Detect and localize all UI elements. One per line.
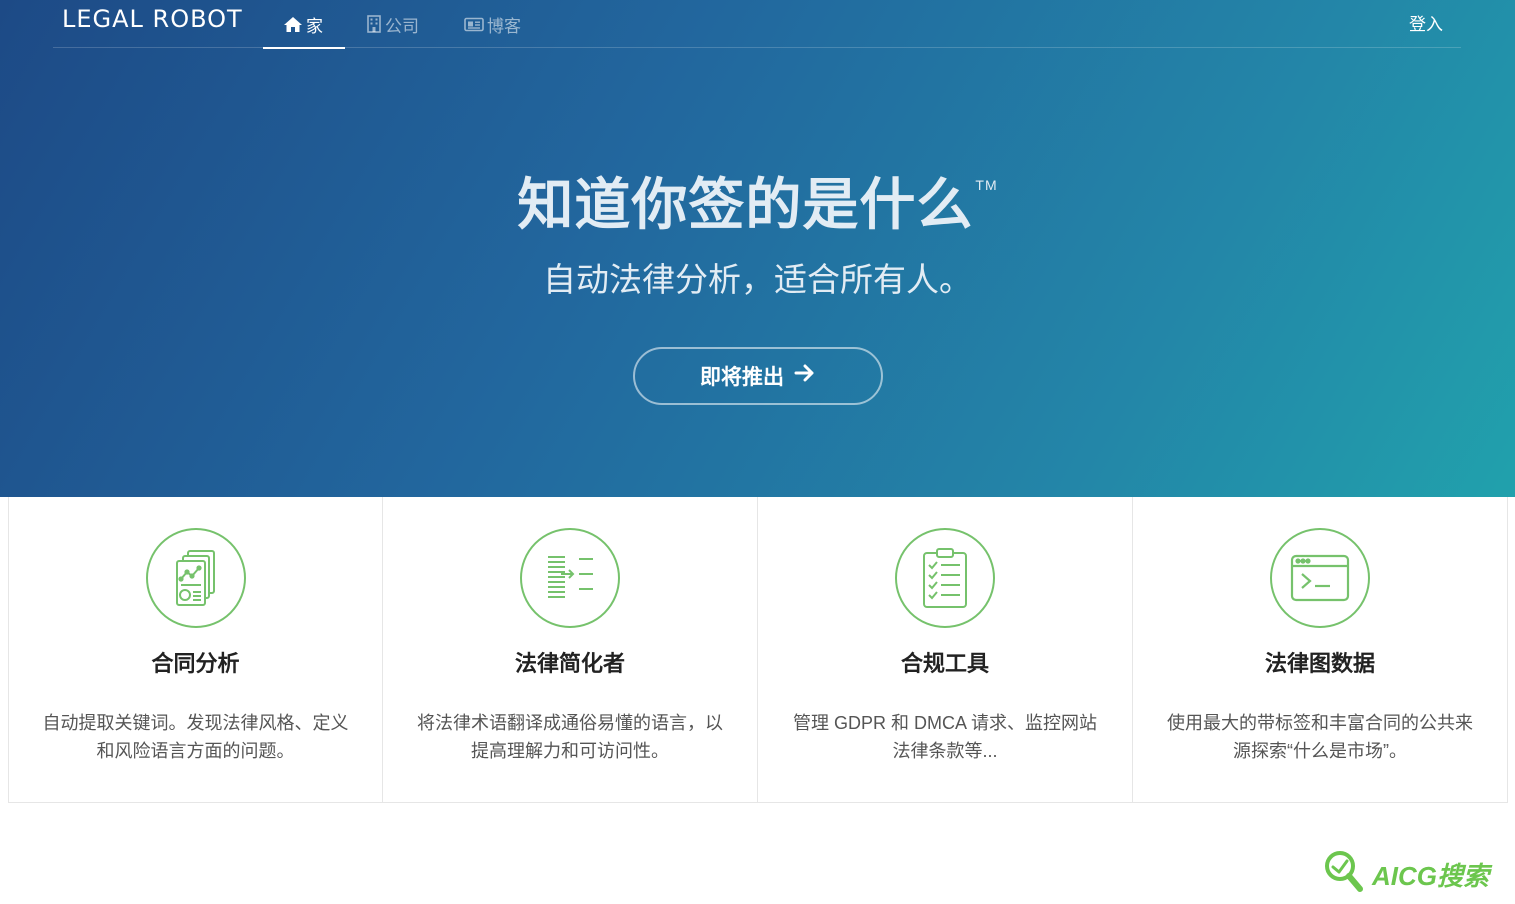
feature-card-legal-simplifier[interactable]: 法律简化者 将法律术语翻译成通俗易懂的语言，以提高理解力和可访问性。: [383, 497, 758, 803]
feature-description: 使用最大的带标签和丰富合同的公共来源探索“什么是市场”。: [1167, 713, 1473, 761]
nav-item-label: 博客: [487, 16, 521, 36]
trademark-mark: TM: [975, 177, 998, 193]
hero-title-text: 知道你签的是什么: [517, 173, 974, 236]
home-icon: [283, 16, 303, 33]
watermark-text: AICG搜索: [1372, 861, 1490, 891]
coming-soon-button[interactable]: 即将推出: [633, 347, 883, 405]
feature-description: 自动提取关键词。发现法律风格、定义和风险语言方面的问题。: [42, 713, 349, 761]
brand-logo[interactable]: LEGAL ROBOT: [62, 5, 243, 33]
feature-description: 管理 GDPR 和 DMCA 请求、监控网站法律条款等...: [792, 713, 1097, 761]
simplify-text-icon: [520, 528, 620, 628]
newspaper-icon: [464, 17, 484, 32]
navbar: LEGAL ROBOT 家 公司 博客 登入: [53, 0, 1461, 49]
cta-label: 即将推出: [700, 366, 784, 389]
terminal-window-icon: [1270, 528, 1370, 628]
nav-item-blog[interactable]: 博客: [464, 0, 521, 48]
hero-section: LEGAL ROBOT 家 公司 博客 登入 知道你签的是什么 TM 自动法律分…: [0, 0, 1515, 497]
nav-item-label: 家: [306, 16, 323, 36]
feature-card-legal-graph-data[interactable]: 法律图数据 使用最大的带标签和丰富合同的公共来源探索“什么是市场”。: [1133, 497, 1508, 803]
watermark: AICG搜索: [1322, 848, 1489, 901]
contract-analysis-icon: [146, 528, 246, 628]
feature-description: 将法律术语翻译成通俗易懂的语言，以提高理解力和可访问性。: [417, 713, 723, 761]
nav-item-home[interactable]: 家: [263, 0, 345, 49]
nav-item-company[interactable]: 公司: [366, 0, 419, 48]
feature-card-compliance-tools[interactable]: 合规工具 管理 GDPR 和 DMCA 请求、监控网站法律条款等...: [758, 497, 1133, 803]
feature-title: 法律图数据: [1264, 651, 1375, 676]
arrow-right-icon: [794, 363, 816, 389]
nav-item-label: 公司: [385, 16, 419, 36]
feature-title: 合规工具: [900, 651, 989, 676]
feature-title: 法律简化者: [514, 651, 625, 676]
hero-title: 知道你签的是什么 TM: [0, 160, 1515, 241]
clipboard-checklist-icon: [895, 528, 995, 628]
login-link[interactable]: 登入: [1409, 0, 1443, 44]
hero-subtitle: 自动法律分析，适合所有人。: [543, 261, 972, 298]
magnifier-icon: [1322, 848, 1370, 901]
feature-card-contract-analysis[interactable]: 合同分析 自动提取关键词。发现法律风格、定义和风险语言方面的问题。: [8, 497, 383, 803]
features-row: 合同分析 自动提取关键词。发现法律风格、定义和风险语言方面的问题。 法律简化者 …: [8, 497, 1508, 803]
building-icon: [366, 15, 382, 33]
feature-title: 合同分析: [151, 651, 240, 676]
